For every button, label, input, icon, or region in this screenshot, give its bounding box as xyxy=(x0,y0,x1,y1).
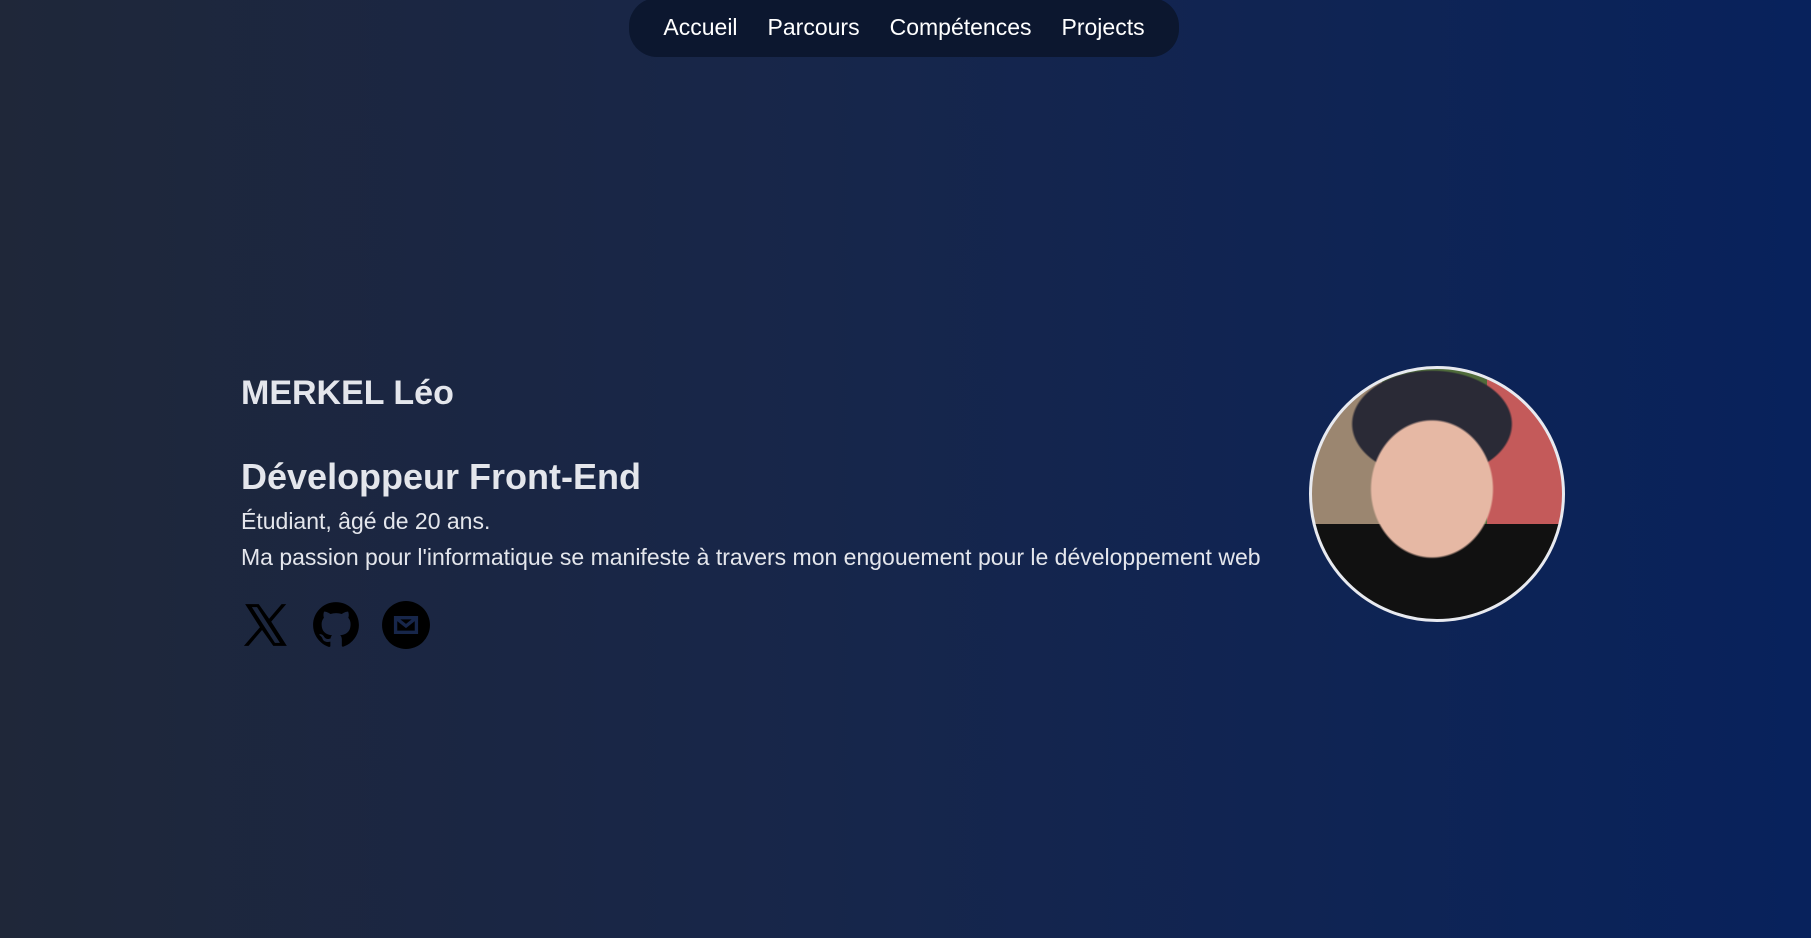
nav-competences[interactable]: Compétences xyxy=(890,14,1032,41)
description: Ma passion pour l'informatique se manife… xyxy=(241,544,1261,570)
nav-parcours[interactable]: Parcours xyxy=(768,14,860,41)
profile-photo xyxy=(1309,366,1565,622)
github-icon xyxy=(313,602,359,647)
job-title: Développeur Front-End xyxy=(241,456,642,497)
x-link[interactable] xyxy=(241,600,291,650)
nav-accueil[interactable]: Accueil xyxy=(663,14,737,41)
top-nav: Accueil Parcours Compétences Projects xyxy=(629,0,1179,57)
x-icon xyxy=(243,604,287,646)
nav-projects[interactable]: Projects xyxy=(1062,14,1145,41)
mail-icon xyxy=(382,601,430,649)
github-link[interactable] xyxy=(311,600,361,650)
mail-link[interactable] xyxy=(381,600,431,650)
social-links xyxy=(241,600,431,650)
name-heading: MERKEL Léo xyxy=(241,374,454,412)
subtitle: Étudiant, âgé de 20 ans. xyxy=(241,508,491,534)
